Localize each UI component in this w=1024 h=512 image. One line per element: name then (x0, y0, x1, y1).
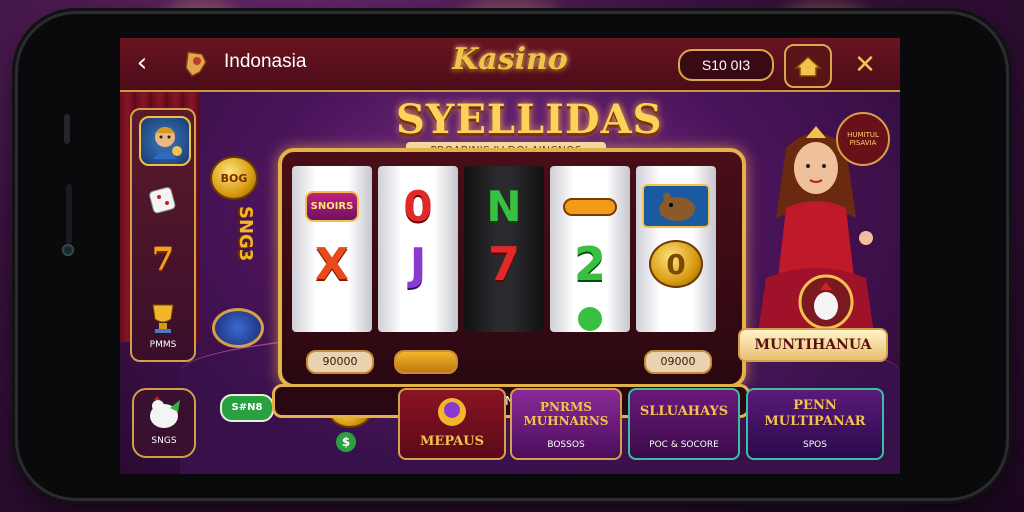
region-icon[interactable] (180, 48, 212, 80)
card-title: PNRMS MUHNARNS (523, 400, 609, 428)
gold-bar-icon (563, 198, 617, 216)
close-button[interactable]: ✕ (850, 50, 880, 80)
green-gem-icon (578, 307, 602, 331)
phone-side-button (64, 114, 70, 144)
sidebar-item-label: PMMS (149, 340, 177, 350)
home-icon (794, 55, 822, 77)
reel-5: 0 (636, 166, 716, 332)
game-card-mepaus[interactable]: MEPAUS (398, 388, 506, 460)
reel-symbol: J (409, 238, 427, 290)
top-bar: ‹ Indonasia Kasino S10 0I3 ✕ (120, 38, 900, 92)
reel-symbol: 7 (487, 237, 520, 291)
reel-2: 0 J (378, 166, 458, 332)
green-chip-button[interactable]: S#N8 (220, 394, 274, 422)
sidebar-bottom-label: SNGS (151, 436, 177, 446)
reel-symbol: N (486, 181, 522, 231)
card-subtitle: BOSSOS (547, 440, 585, 450)
reel-symbol: 0 (649, 240, 703, 288)
spin-logo-button[interactable] (394, 350, 458, 374)
balance-display[interactable]: S10 0I3 (678, 49, 774, 81)
coin-token[interactable]: BOG (210, 156, 258, 200)
side-decoration-text: SNG3 (235, 206, 256, 262)
game-card-bonus[interactable]: PNRMS MUHNARNS BOSSOS (510, 388, 622, 460)
reel-symbol-blank (468, 294, 540, 342)
sidebar-item-dice[interactable] (139, 176, 187, 222)
reel-symbol-coin: 0 (640, 240, 712, 288)
back-button[interactable]: ‹ (130, 50, 154, 76)
home-button[interactable] (784, 44, 832, 88)
country-label[interactable]: Indonasia (224, 51, 306, 73)
phone-camera (62, 244, 74, 256)
sidebar-item-character[interactable] (139, 116, 191, 166)
sidebar-item-trophy[interactable] (139, 294, 187, 340)
sidebar-bottom-button[interactable]: SNGS (132, 388, 196, 458)
reel-3: N 7 (464, 166, 544, 332)
card-subtitle: SPOS (803, 440, 827, 450)
card-character-icon (438, 398, 466, 426)
card-title: PENN MULTIPANAR (764, 398, 866, 429)
reel-symbol: 2 (573, 237, 606, 291)
game-card-slots[interactable]: SLLUAHAYS POC & SOCORE (628, 388, 740, 460)
bear-icon (642, 184, 710, 228)
card-subtitle: POC & SOCORE (649, 440, 719, 450)
reel-symbol-bar (554, 182, 626, 230)
win-field[interactable]: 09000 (644, 350, 712, 374)
reel-symbol: SNOIRS (304, 190, 360, 222)
reel-symbol: X (315, 238, 349, 290)
blue-chip[interactable] (212, 308, 264, 348)
coin-token-label: BOG (220, 171, 248, 185)
reel-symbol-blank (296, 294, 368, 342)
sidebar-item-seven[interactable]: 7 (139, 236, 187, 282)
rooster-icon (798, 274, 854, 330)
multiplier-badge[interactable]: MUNTIHANUA (738, 328, 888, 362)
phone-speaker (66, 184, 72, 244)
chicken-icon (150, 396, 180, 428)
card-title: SLLUAHAYS (639, 404, 729, 419)
trophy-icon (152, 304, 174, 333)
coin-button[interactable]: $ (336, 432, 356, 452)
casino-logo: Kasino (452, 42, 568, 77)
reel-symbol-animal (640, 182, 712, 230)
character-icon (153, 127, 182, 159)
bet-field[interactable]: 90000 (306, 350, 374, 374)
game-title: SYELLIDAS (396, 96, 663, 143)
game-card-multipanar[interactable]: PENN MULTIPANAR SPOS (746, 388, 884, 460)
reel-symbol-blank (640, 294, 712, 342)
slot-machine: SNOIRS X 0 J N 7 2 0 90000 09000 (278, 148, 746, 388)
promo-badge[interactable]: HUMITUL PISAVIA (836, 112, 890, 166)
reel-symbol-blank (554, 294, 626, 342)
sidebar: 7 PMMS (130, 108, 196, 362)
reel-symbol-blank (382, 294, 454, 342)
game-screen: ‹ Indonasia Kasino S10 0I3 ✕ 7 PMMS SNGS… (120, 38, 900, 474)
reel-4: 2 (550, 166, 630, 332)
dice-icon (149, 187, 176, 214)
reel-1: SNOIRS X (292, 166, 372, 332)
reel-symbol: 0 (403, 181, 433, 231)
card-title: MEPAUS (420, 434, 484, 449)
